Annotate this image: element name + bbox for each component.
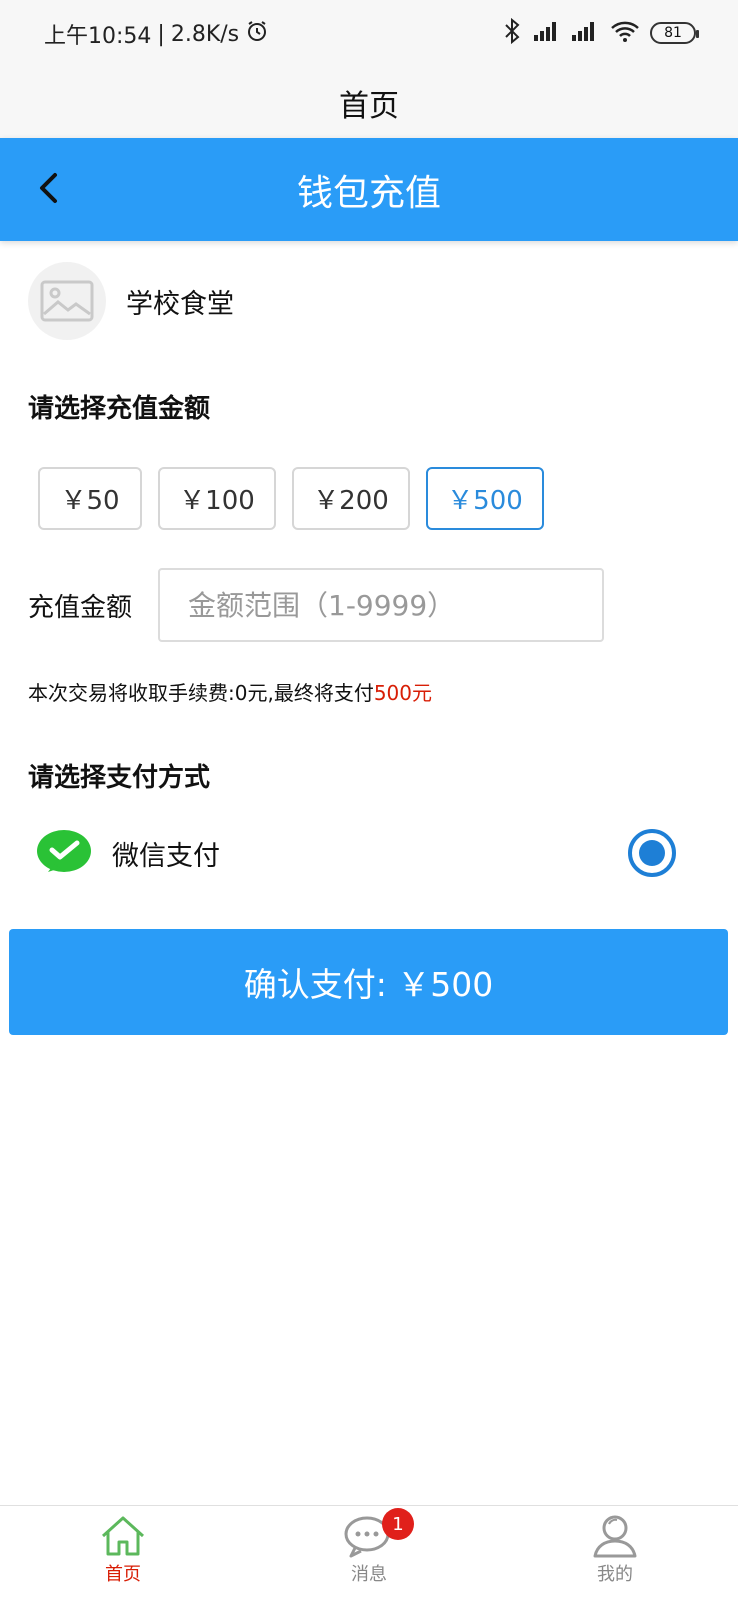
status-network-speed: 2.8K/s (170, 21, 240, 47)
payment-section-title: 请选择支付方式 (28, 763, 211, 793)
wechat-pay-option[interactable]: 微信支付 (36, 823, 676, 883)
fee-note-text: 本次交易将收取手续费:0元,最终将支付 (28, 681, 374, 705)
status-bar: 上午10:54 | 2.8K/s 81 (0, 0, 738, 68)
wifi-icon (610, 19, 640, 47)
alarm-icon (245, 19, 269, 49)
tab-messages[interactable]: 1 消息 (246, 1506, 492, 1600)
amount-option-50[interactable]: ￥50 (38, 467, 142, 530)
merchant-row: 学校食堂 (28, 262, 234, 340)
status-left: 上午10:54 | 2.8K/s (44, 18, 269, 50)
merchant-avatar (28, 262, 106, 340)
app-title: 首页 (339, 89, 399, 124)
image-placeholder-icon (40, 280, 94, 322)
status-divider: | (157, 21, 165, 47)
app-title-bar: 首页 (0, 68, 738, 138)
fee-note-amount: 500元 (373, 681, 433, 705)
tab-messages-label: 消息 (351, 1564, 387, 1585)
bottom-tab-bar: 首页 1 消息 我的 (0, 1505, 738, 1600)
confirm-pay-button[interactable]: 确认支付: ￥500 (9, 929, 728, 1035)
wechat-pay-label: 微信支付 (112, 840, 220, 872)
custom-amount-row: 充值金额 (28, 568, 604, 642)
radio-selected-dot (639, 840, 665, 866)
wechat-pay-icon (37, 830, 91, 872)
user-icon (593, 1515, 637, 1558)
amount-section-title: 请选择充值金额 (28, 394, 211, 424)
tab-profile[interactable]: 我的 (492, 1506, 738, 1600)
amount-option-200[interactable]: ￥200 (292, 467, 410, 530)
back-button[interactable] (28, 168, 68, 208)
amount-options: ￥50 ￥100 ￥200 ￥500 (38, 467, 544, 530)
status-time: 上午10:54 (44, 24, 152, 49)
fee-note: 本次交易将收取手续费:0元,最终将支付500元 (28, 677, 432, 706)
chevron-left-icon (40, 173, 57, 203)
custom-amount-input[interactable] (158, 568, 604, 642)
home-icon (101, 1516, 145, 1556)
tab-profile-label: 我的 (597, 1564, 633, 1585)
merchant-name: 学校食堂 (126, 288, 234, 320)
message-badge: 1 (382, 1508, 414, 1540)
nav-bar: 钱包充值 (0, 138, 738, 241)
amount-option-500[interactable]: ￥500 (426, 467, 544, 530)
battery-icon: 81 (650, 22, 699, 44)
tab-home-label: 首页 (105, 1564, 141, 1585)
status-right: 81 (504, 17, 699, 48)
tab-home[interactable]: 首页 (0, 1506, 246, 1600)
battery-level: 81 (664, 25, 682, 41)
signal-hd-icon (530, 19, 560, 47)
wechat-pay-radio[interactable] (628, 829, 676, 877)
page-title: 钱包充值 (296, 172, 441, 214)
signal-icon (570, 19, 600, 47)
custom-amount-label: 充值金额 (28, 592, 133, 623)
bluetooth-icon (504, 17, 520, 48)
amount-option-100[interactable]: ￥100 (158, 467, 276, 530)
